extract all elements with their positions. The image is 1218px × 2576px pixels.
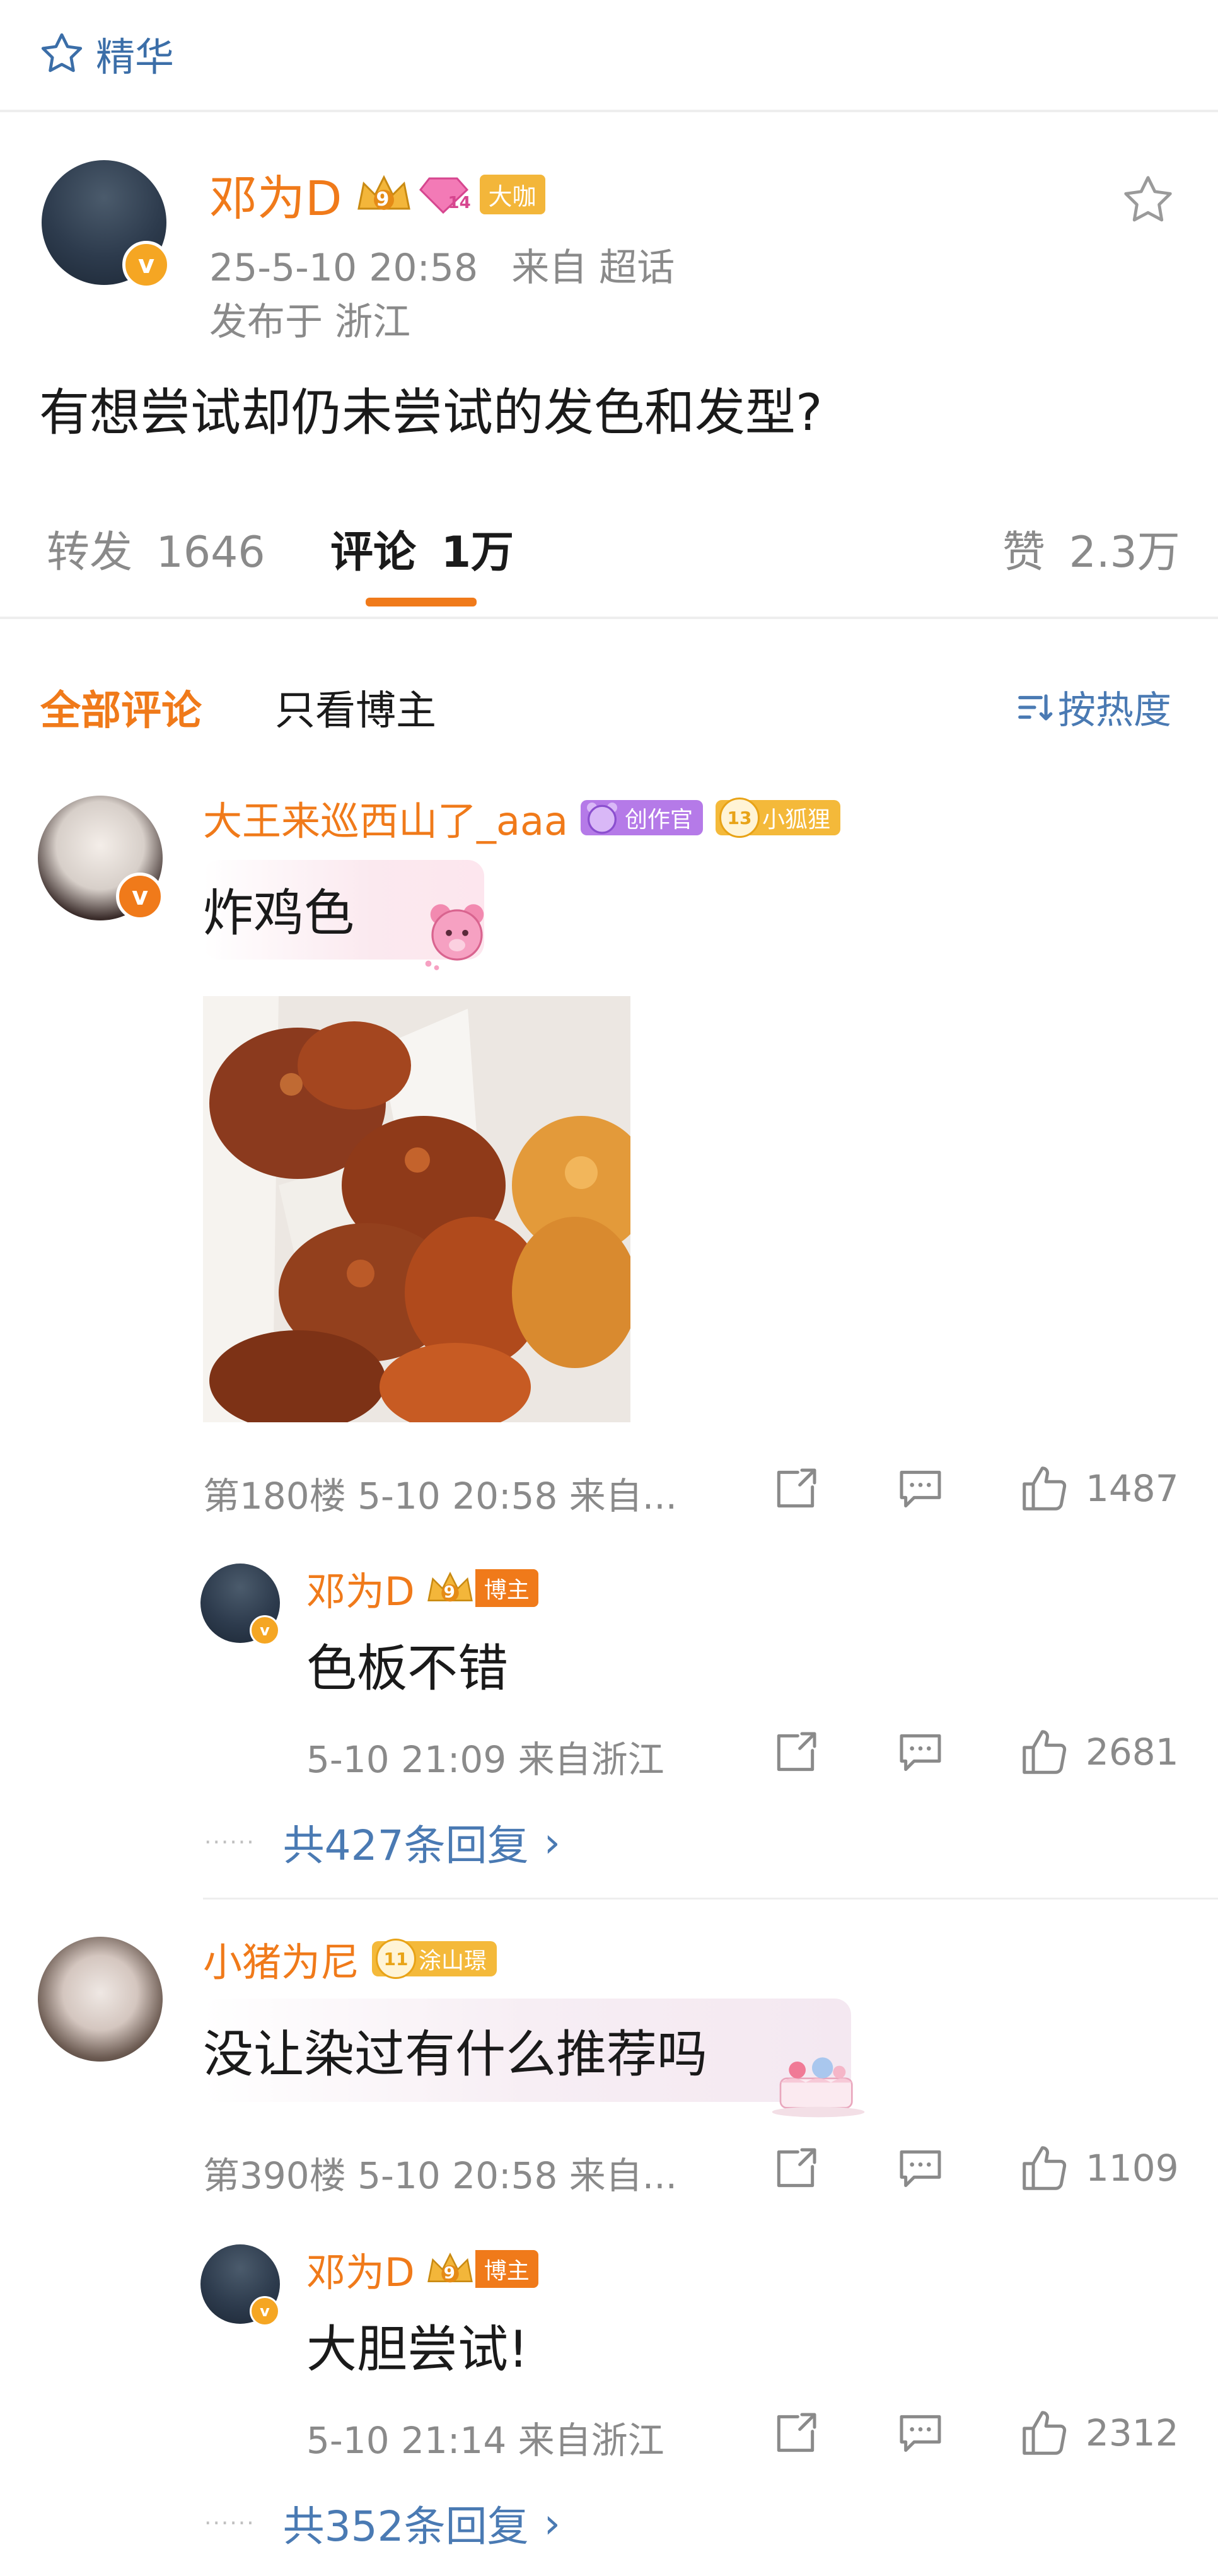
comment-1-verified-badge: v [116,873,164,920]
post-content: 有想尝试却仍未尝试的发色和发型? [39,383,823,442]
author-role-badge: 博主 [475,1569,538,1607]
dots-separator: ······ [204,1829,255,1855]
reply-1-share-icon[interactable] [770,1727,821,1778]
dakai-badge: 大咖 [479,174,545,214]
reply-2-verified-badge: v [250,2296,280,2326]
thumbs-up-icon [1018,1461,1072,1516]
reply-2-like-button[interactable]: 2312 [1018,2406,1179,2460]
post-author-name[interactable]: 邓为D [209,160,342,229]
reply-1-reply-icon[interactable] [895,1727,946,1778]
comment-2-reply-icon[interactable] [895,2144,946,2194]
comment-1-text: 炸鸡色 [203,884,354,943]
post-timestamp: 25-5-10 20:58 [209,246,478,290]
sort-button[interactable]: 按热度 [1015,680,1171,734]
reply-2-username[interactable]: 邓为D [306,2241,415,2297]
thumbs-up-icon [1018,2406,1072,2460]
sort-icon [1015,688,1054,727]
creator-bear-icon [586,803,617,834]
reply-2-text: 大胆尝试! [306,2320,529,2379]
comment-divider [203,1898,1218,1900]
tabs-divider [0,617,1218,619]
comment-2-share-icon[interactable] [770,2144,821,2194]
diamond-level-icon: 14 [419,172,473,216]
bear-sticker-icon [416,894,498,976]
comment-2-meta: 第390楼 5-10 20:58 来自... [203,2154,678,2197]
cake-sticker-icon [768,2049,869,2118]
reply-2-share-icon[interactable] [770,2408,821,2459]
comment-2-username[interactable]: 小猪为尼 [203,1930,359,1987]
thumbs-up-icon [1018,1725,1072,1779]
author-role-badge: 博主 [475,2250,538,2288]
reply-1-meta: 5-10 21:09 来自浙江 [306,1738,664,1781]
featured-header[interactable]: 精华 [38,25,174,82]
reply-2-crown-icon: 9 [425,2250,475,2288]
reply-1-like-button[interactable]: 2681 [1018,1725,1179,1779]
filter-only-author[interactable]: 只看博主 [275,678,436,736]
reply-2-meta: 5-10 21:14 来自浙江 [306,2419,664,2462]
fan-level-badge-1: 13 小狐狸 [716,798,841,838]
reply-1-crown-icon: 9 [425,1569,475,1607]
comment-1-meta: 第180楼 5-10 20:58 来自... [203,1475,678,1517]
comment-2-avatar[interactable] [38,1937,163,2062]
dots-separator: ······ [204,2510,255,2536]
vip-crown-icon: 9 [355,172,413,216]
reply-1-username[interactable]: 邓为D [306,1560,415,1616]
comment-1-username[interactable]: 大王来巡西山了_aaa [203,789,568,846]
filter-all-comments[interactable]: 全部评论 [40,678,202,736]
post-timestamp-row: 25-5-10 20:58 来自 超话 [209,237,675,292]
fan-level-badge-2: 11 涂山璟 [372,1939,497,1979]
tab-repost[interactable]: 转发 1646 [47,517,265,579]
comment-1-share-icon[interactable] [770,1464,821,1514]
verified-badge: v [122,241,170,289]
reply-1-text: 色板不错 [306,1639,508,1698]
comment-2-text: 没让染过有什么推荐吗 [203,2025,707,2084]
comment-1-reply-icon[interactable] [895,1464,946,1514]
favorite-star-icon[interactable] [1120,171,1176,228]
star-icon [38,30,86,78]
reply-1-verified-badge: v [250,1615,280,1645]
header-divider [0,110,1218,112]
chevron-right-icon: › [543,1818,561,1867]
reply-2-reply-icon[interactable] [895,2408,946,2459]
post-source: 来自 超话 [511,246,675,290]
tab-comment[interactable]: 评论 1万 [330,517,514,579]
featured-label: 精华 [96,34,175,80]
chevron-right-icon: › [543,2498,561,2548]
comment-1-like-button[interactable]: 1487 [1018,1461,1179,1516]
thumbs-up-icon [1018,2141,1072,2195]
creator-badge: 创作官 [580,800,703,835]
comment-2-like-button[interactable]: 1109 [1018,2141,1179,2195]
more-replies-2[interactable]: ······ 共352条回复 › [204,2493,560,2553]
post-location: 发布于 浙江 [209,300,411,344]
comment-1-image[interactable] [203,996,630,1422]
tab-active-underline [366,598,477,606]
more-replies-1[interactable]: ······ 共427条回复 › [204,1812,560,1872]
tab-like[interactable]: 赞 2.3万 [1002,517,1180,579]
